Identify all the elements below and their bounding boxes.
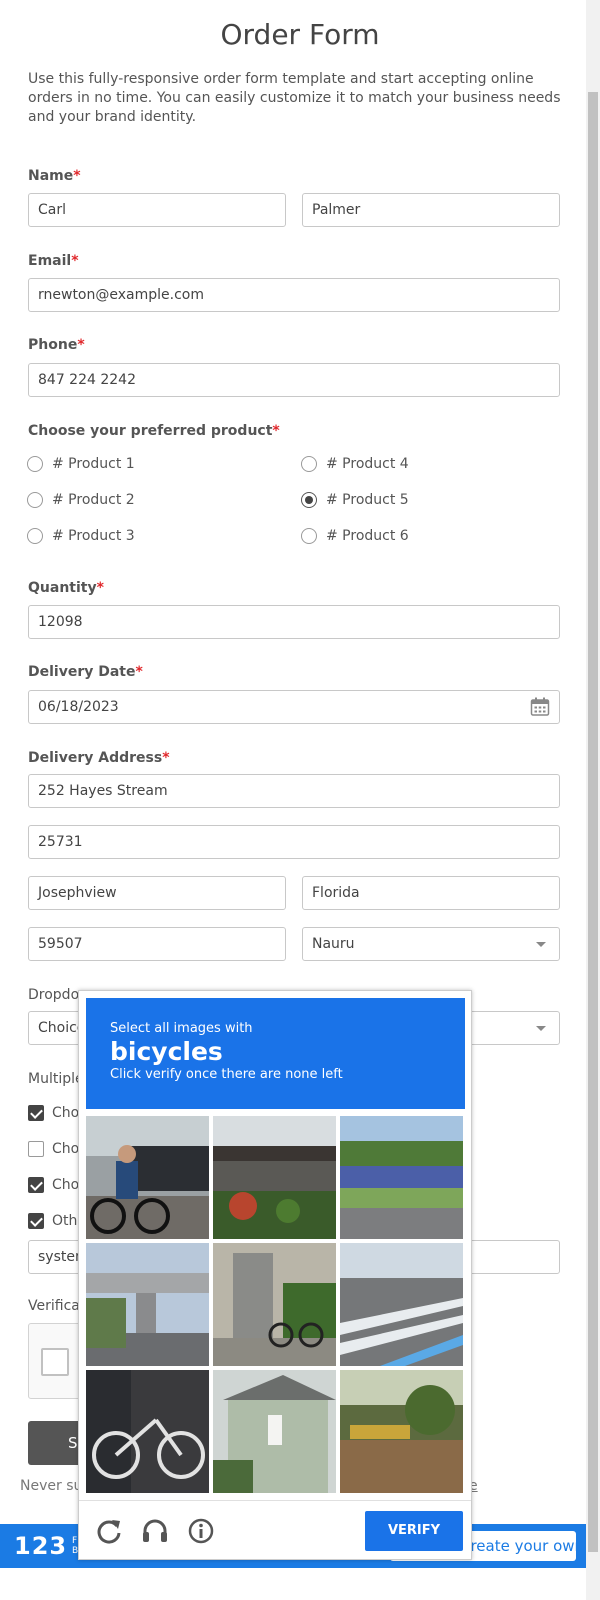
reload-icon[interactable]	[95, 1517, 123, 1545]
phone-label: Phone*	[28, 337, 85, 353]
challenge-tile[interactable]	[340, 1243, 463, 1366]
country-value: Nauru	[312, 936, 355, 952]
checkbox-label: Cho	[52, 1141, 80, 1157]
radio-circle[interactable]	[27, 528, 43, 544]
quantity-input[interactable]: 12098	[28, 605, 560, 639]
challenge-tile[interactable]	[213, 1116, 336, 1239]
challenge-instruction: Select all images with	[110, 1021, 253, 1036]
checkbox-label: Cho	[52, 1105, 80, 1121]
radio-product-1[interactable]: # Product 1	[27, 456, 135, 472]
logo[interactable]: 123	[14, 1532, 67, 1560]
checkbox-label: Cho	[52, 1177, 80, 1193]
city-input[interactable]: Josephview	[28, 876, 286, 910]
quantity-label: Quantity*	[28, 580, 104, 596]
challenge-tile[interactable]	[86, 1370, 209, 1493]
verify-button[interactable]: VERIFY	[365, 1511, 463, 1551]
delivery-date-value: 06/18/2023	[38, 699, 119, 715]
radio-label: # Product 5	[326, 492, 409, 508]
state-input[interactable]: Florida	[302, 876, 560, 910]
street-address-input[interactable]: 252 Hayes Stream	[28, 774, 560, 808]
radio-circle[interactable]	[301, 456, 317, 472]
email-input[interactable]: rnewton@example.com	[28, 278, 560, 312]
radio-product-3[interactable]: # Product 3	[27, 528, 135, 544]
last-name-input[interactable]: Palmer	[302, 193, 560, 227]
radio-circle-selected[interactable]	[301, 492, 317, 508]
challenge-tile[interactable]	[213, 1370, 336, 1493]
challenge-tile[interactable]	[340, 1370, 463, 1493]
checkbox-checked[interactable]	[28, 1105, 44, 1121]
radio-product-5[interactable]: # Product 5	[301, 492, 409, 508]
challenge-tile[interactable]	[86, 1116, 209, 1239]
chevron-down-icon	[536, 1026, 546, 1031]
scrollbar-thumb[interactable]	[588, 92, 598, 1552]
radio-product-2[interactable]: # Product 2	[27, 492, 135, 508]
product-label: Choose your preferred product*	[28, 423, 280, 439]
checkbox-choice-1[interactable]: Cho	[28, 1105, 79, 1121]
challenge-tile[interactable]	[213, 1243, 336, 1366]
radio-label: # Product 6	[326, 528, 409, 544]
recaptcha-checkbox[interactable]	[41, 1348, 69, 1376]
challenge-footer: VERIFY	[79, 1500, 471, 1560]
multiple-choice-label: Multiple	[28, 1071, 84, 1087]
challenge-tile[interactable]	[340, 1116, 463, 1239]
delivery-date-input[interactable]: 06/18/2023	[28, 690, 560, 724]
challenge-header: Select all images with bicycles Click ve…	[86, 998, 465, 1109]
address-line2-input[interactable]: 25731	[28, 825, 560, 859]
zip-input[interactable]: 59507	[28, 927, 286, 961]
radio-circle[interactable]	[27, 492, 43, 508]
never-submit-text: Never su	[20, 1478, 83, 1494]
radio-circle[interactable]	[301, 528, 317, 544]
checkbox[interactable]	[28, 1141, 44, 1157]
chevron-down-icon	[536, 942, 546, 947]
challenge-hint: Click verify once there are none left	[110, 1067, 343, 1082]
challenge-keyword: bicycles	[110, 1037, 223, 1066]
radio-product-6[interactable]: # Product 6	[301, 528, 409, 544]
verification-label: Verificat	[28, 1298, 86, 1314]
radio-circle[interactable]	[27, 456, 43, 472]
country-select[interactable]: Nauru	[302, 927, 560, 961]
radio-label: # Product 4	[326, 456, 409, 472]
info-icon[interactable]	[187, 1517, 215, 1545]
radio-product-4[interactable]: # Product 4	[301, 456, 409, 472]
delivery-address-label: Delivery Address*	[28, 750, 170, 766]
delivery-date-label: Delivery Date*	[28, 664, 143, 680]
phone-input[interactable]: 847 224 2242	[28, 363, 560, 397]
recaptcha-challenge: Select all images with bicycles Click ve…	[78, 990, 472, 1560]
first-name-input[interactable]: Carl	[28, 193, 286, 227]
checkbox-checked[interactable]	[28, 1213, 44, 1229]
audio-icon[interactable]	[141, 1517, 169, 1545]
challenge-grid	[86, 1116, 467, 1497]
calendar-icon[interactable]	[530, 697, 550, 717]
checkbox-choice-3[interactable]: Cho	[28, 1177, 79, 1193]
page-title: Order Form	[220, 18, 380, 51]
radio-label: # Product 2	[52, 492, 135, 508]
intro-text: Use this fully-responsive order form tem…	[28, 71, 561, 125]
name-label: Name*	[28, 168, 81, 184]
radio-label: # Product 1	[52, 456, 135, 472]
scrollbar[interactable]	[586, 0, 600, 1600]
radio-label: # Product 3	[52, 528, 135, 544]
checkbox-checked[interactable]	[28, 1177, 44, 1193]
dropdown-label: Dropdo	[28, 987, 80, 1003]
email-label: Email*	[28, 253, 79, 269]
checkbox-choice-2[interactable]: Cho	[28, 1141, 79, 1157]
challenge-tile[interactable]	[86, 1243, 209, 1366]
